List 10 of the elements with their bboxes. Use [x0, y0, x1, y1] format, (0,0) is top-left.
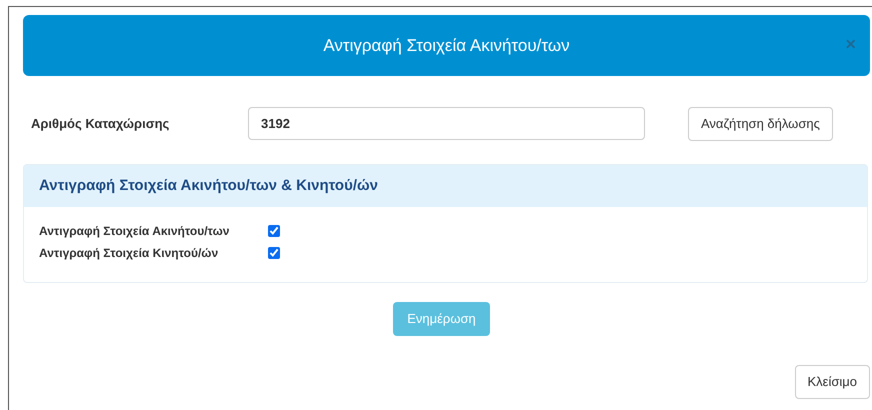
- field-label: Αριθμός Καταχώρισης: [30, 114, 170, 133]
- option-label: Αντιγραφή Στοιχεία Ακινήτου/των: [39, 223, 230, 240]
- option-label: Αντιγραφή Στοιχεία Κινητού/ών: [39, 245, 220, 262]
- registration-input[interactable]: 3192: [248, 107, 645, 140]
- panel-title: Αντιγραφή Στοιχεία Ακινήτου/των & Κινητού/ών: [39, 176, 378, 196]
- close-dialog-button[interactable]: Κλείσιμο: [794, 365, 870, 399]
- search-declaration-button[interactable]: Αναζήτηση δήλωσης: [688, 106, 833, 140]
- option-checkbox[interactable]: [268, 225, 280, 237]
- option-checkbox[interactable]: [268, 247, 280, 259]
- dialog-title: Αντιγραφή Στοιχεία Ακινήτου/των: [323, 34, 570, 57]
